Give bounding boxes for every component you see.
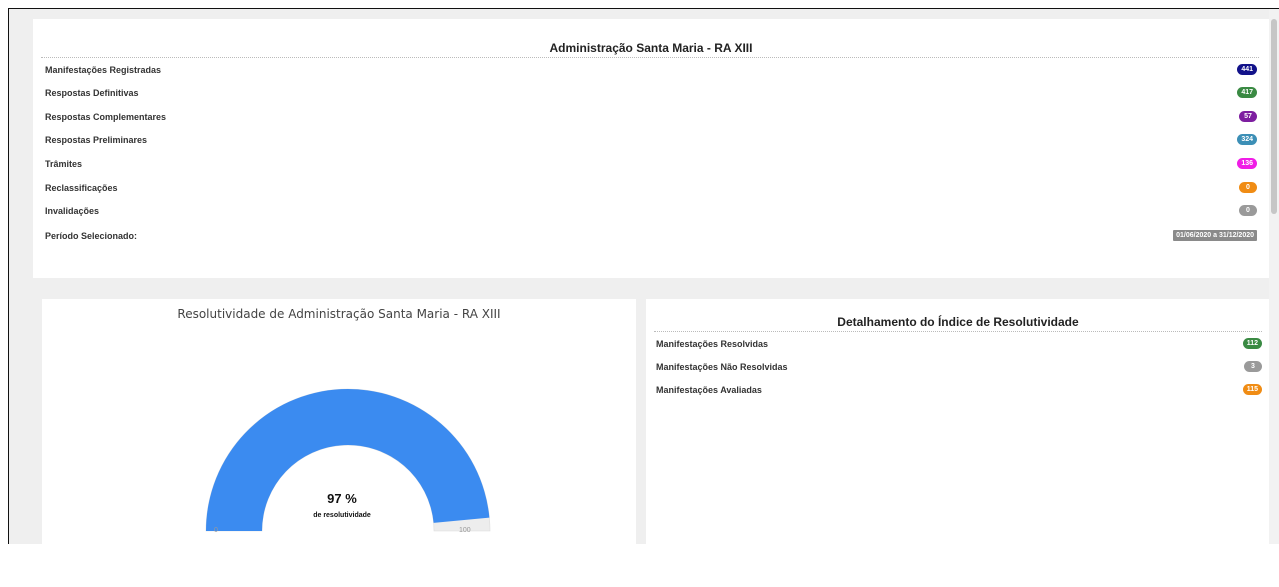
- row-label: Manifestações Resolvidas: [656, 339, 769, 349]
- row-label: Manifestações Registradas: [45, 65, 162, 75]
- detail-title: Detalhamento do Índice de Resolutividade: [837, 315, 1079, 329]
- count-badge: 0: [1239, 182, 1257, 193]
- row-label: Reclassificações: [45, 183, 118, 193]
- detail-title-divider: [654, 331, 1262, 332]
- period-badge: 01/06/2020 a 31/12/2020: [1173, 230, 1257, 241]
- gauge-chart: [205, 388, 491, 532]
- gauge-value: 97 %: [327, 491, 357, 506]
- count-badge: 441: [1237, 64, 1257, 75]
- row-label: Trâmites: [45, 159, 83, 169]
- gauge-max-label: 100: [459, 527, 471, 534]
- row-respostas-complementares: Respostas Complementares 57: [45, 108, 1257, 126]
- vertical-scrollbar[interactable]: [1269, 9, 1279, 544]
- count-badge: 0: [1239, 205, 1257, 216]
- count-badge: 115: [1242, 384, 1262, 395]
- row-manifestacoes-nao-resolvidas: Manifestações Não Resolvidas 3: [656, 358, 1262, 376]
- row-manifestacoes-resolvidas: Manifestações Resolvidas 112: [656, 335, 1262, 353]
- row-label: Período Selecionado:: [45, 231, 138, 241]
- gauge-fill: [206, 389, 490, 531]
- row-invalidacoes: Invalidações 0: [45, 202, 1257, 220]
- row-manifestacoes-registradas: Manifestações Registradas 441: [45, 61, 1257, 79]
- row-label: Respostas Definitivas: [45, 88, 139, 98]
- summary-title-divider: [41, 57, 1259, 58]
- row-label: Respostas Preliminares: [45, 135, 148, 145]
- count-badge: 112: [1242, 338, 1262, 349]
- row-label: Manifestações Avaliadas: [656, 385, 762, 395]
- count-badge: 57: [1239, 111, 1257, 122]
- row-label: Manifestações Não Resolvidas: [656, 362, 788, 372]
- detalhamento-panel: Detalhamento do Índice de Resolutividade…: [646, 299, 1270, 544]
- count-badge: 136: [1237, 158, 1257, 169]
- scrollbar-thumb[interactable]: [1271, 19, 1277, 214]
- count-badge: 417: [1237, 87, 1257, 98]
- row-respostas-definitivas: Respostas Definitivas 417: [45, 84, 1257, 102]
- row-periodo-selecionado: Período Selecionado: 01/06/2020 a 31/12/…: [45, 227, 1257, 245]
- row-manifestacoes-avaliadas: Manifestações Avaliadas 115: [656, 381, 1262, 399]
- dashboard-viewport: Administração Santa Maria - RA XIII Mani…: [8, 8, 1279, 544]
- gauge-subtitle: de resolutividade: [313, 512, 371, 519]
- summary-title: Administração Santa Maria - RA XIII: [549, 41, 753, 55]
- row-respostas-preliminares: Respostas Preliminares 324: [45, 131, 1257, 149]
- summary-panel: Administração Santa Maria - RA XIII Mani…: [33, 19, 1269, 278]
- row-label: Respostas Complementares: [45, 112, 167, 122]
- row-reclassificacoes: Reclassificações 0: [45, 179, 1257, 197]
- count-badge: 3: [1244, 361, 1262, 372]
- row-tramites: Trâmites 136: [45, 155, 1257, 173]
- resolutividade-gauge-panel: Resolutividade de Administração Santa Ma…: [42, 299, 636, 544]
- count-badge: 324: [1237, 134, 1257, 145]
- row-label: Invalidações: [45, 206, 100, 216]
- gauge-min-label: 0: [214, 527, 218, 534]
